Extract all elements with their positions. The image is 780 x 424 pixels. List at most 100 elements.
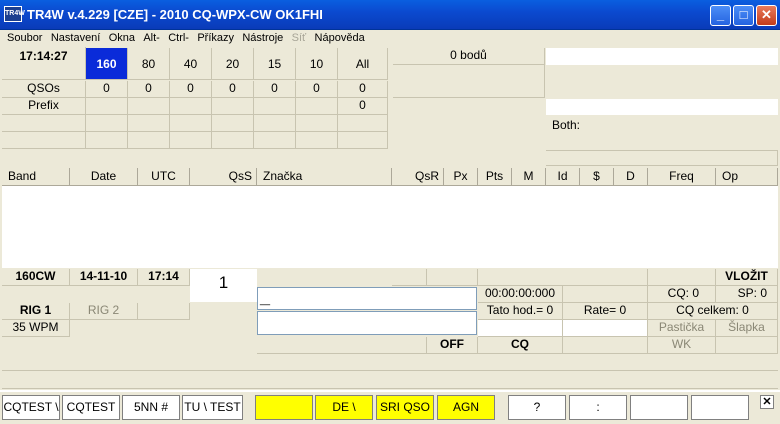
- qso-number: 1: [190, 269, 257, 302]
- close-button[interactable]: ✕: [756, 5, 777, 26]
- fkey-f4[interactable]: TU \ TEST: [182, 395, 243, 420]
- summary-empty-row: [2, 115, 86, 132]
- menu-prikazy[interactable]: Příkazy: [197, 30, 234, 44]
- menu-alt[interactable]: Alt-: [143, 30, 160, 44]
- window-title: TR4W v.4.229 [CZE] - 2010 CQ-WPX-CW OK1F…: [27, 7, 323, 22]
- prefix-15: [254, 98, 296, 115]
- pasticka-button[interactable]: Pastička: [648, 320, 716, 337]
- qsos-label: QSOs: [2, 81, 86, 98]
- band-80[interactable]: 80: [128, 48, 170, 80]
- menu-bar: Soubor Nastavení Okna Alt- Ctrl- Příkazy…: [0, 30, 780, 47]
- entry-empty: [478, 269, 648, 286]
- col-op[interactable]: Op: [716, 168, 778, 186]
- wpm[interactable]: 35 WPM: [2, 320, 70, 337]
- fkey-f1[interactable]: CQTEST \: [2, 395, 60, 420]
- fkey-f8[interactable]: AGN: [437, 395, 495, 420]
- summary-empty-cell: [170, 132, 212, 149]
- fkey-f10[interactable]: :: [569, 395, 627, 420]
- qsos-20: 0: [212, 81, 254, 98]
- prefix-40: [170, 98, 212, 115]
- band-15[interactable]: 15: [254, 48, 296, 80]
- fkey-f11[interactable]: [630, 395, 688, 420]
- menu-napoveda[interactable]: Nápověda: [315, 30, 365, 44]
- fkey-f3[interactable]: 5NN #: [122, 395, 180, 420]
- col-callsign[interactable]: Značka: [257, 168, 392, 186]
- summary-empty-cell: [296, 132, 338, 149]
- summary-empty-cell: [296, 115, 338, 132]
- status-field: [546, 150, 778, 166]
- extra-field-1: [478, 320, 563, 337]
- qsos-40: 0: [170, 81, 212, 98]
- menu-nastaveni[interactable]: Nastavení: [51, 30, 101, 44]
- prefix-all: 0: [338, 98, 388, 115]
- col-utc[interactable]: UTC: [138, 168, 190, 186]
- summary-empty-cell: [254, 115, 296, 132]
- rate: Rate= 0: [563, 303, 648, 320]
- app-icon[interactable]: TR4W: [4, 6, 25, 22]
- timer: 00:00:00:000: [478, 286, 563, 303]
- fkey-f9[interactable]: ?: [508, 395, 566, 420]
- band-all[interactable]: All: [338, 48, 388, 80]
- entry-date: 14-11-10: [70, 269, 138, 286]
- col-px[interactable]: Px: [444, 168, 478, 186]
- band-20[interactable]: 20: [212, 48, 254, 80]
- info-row: [2, 354, 778, 371]
- summary-empty-cell: [212, 132, 254, 149]
- qsos-15: 0: [254, 81, 296, 98]
- band-40[interactable]: 40: [170, 48, 212, 80]
- menu-okna[interactable]: Okna: [109, 30, 135, 44]
- col-d[interactable]: D: [614, 168, 648, 186]
- cq-count: CQ: 0: [648, 286, 716, 303]
- prefix-label: Prefix: [2, 98, 86, 115]
- qsos-all: 0: [338, 81, 388, 98]
- info-field-1: [546, 48, 778, 65]
- col-pts[interactable]: Pts: [478, 168, 512, 186]
- band-160[interactable]: 160: [86, 48, 128, 80]
- col-qss[interactable]: QsS: [190, 168, 257, 186]
- col-band[interactable]: Band: [2, 168, 70, 186]
- both-label: Both:: [552, 118, 581, 132]
- slapka-button[interactable]: Šlapka: [716, 320, 778, 337]
- menu-soubor[interactable]: Soubor: [7, 30, 42, 44]
- qsos-10: 0: [296, 81, 338, 98]
- fkey-f6[interactable]: DE \: [315, 395, 373, 420]
- status-empty: [716, 337, 778, 354]
- wk-status: WK: [648, 337, 716, 354]
- exchange-input[interactable]: [257, 311, 477, 335]
- menu-sit[interactable]: Síť: [292, 30, 307, 44]
- col-id[interactable]: Id: [546, 168, 580, 186]
- cq-mode[interactable]: CQ: [478, 337, 563, 354]
- fkey-f2[interactable]: CQTEST: [62, 395, 120, 420]
- maximize-button[interactable]: □: [733, 5, 754, 26]
- cq-total: CQ celkem: 0: [648, 303, 778, 320]
- col-freq[interactable]: Freq: [648, 168, 716, 186]
- menu-nastroje[interactable]: Nástroje: [242, 30, 283, 44]
- minimize-button[interactable]: _: [710, 5, 731, 26]
- entry-time: 17:14: [138, 269, 190, 286]
- prefix-20: [212, 98, 254, 115]
- col-dollar[interactable]: $: [580, 168, 614, 186]
- rig1-button[interactable]: RIG 1: [2, 303, 70, 320]
- extra-field-2: [563, 320, 648, 337]
- menu-ctrl[interactable]: Ctrl-: [168, 30, 189, 44]
- entry-band-mode[interactable]: 160CW: [2, 269, 70, 286]
- log-area[interactable]: [2, 186, 778, 268]
- prefix-10: [296, 98, 338, 115]
- fkey-f7[interactable]: SRI QSO: [376, 395, 434, 420]
- prefix-80: [128, 98, 170, 115]
- entry-empty: [648, 269, 716, 286]
- fkey-bar-close-icon[interactable]: ✕: [760, 395, 774, 409]
- qsos-80: 0: [128, 81, 170, 98]
- callsign-input[interactable]: _: [257, 287, 477, 310]
- off-status[interactable]: OFF: [427, 337, 478, 354]
- fkey-f12[interactable]: [691, 395, 749, 420]
- rig2-button[interactable]: RIG 2: [70, 303, 138, 320]
- band-10[interactable]: 10: [296, 48, 338, 80]
- col-qsr[interactable]: QsR: [392, 168, 444, 186]
- col-m[interactable]: M: [512, 168, 546, 186]
- fkey-f5[interactable]: [255, 395, 313, 420]
- col-date[interactable]: Date: [70, 168, 138, 186]
- entry-empty: [392, 269, 427, 286]
- insert-mode[interactable]: VLOŽIT: [716, 269, 778, 286]
- summary-empty-cell: [128, 132, 170, 149]
